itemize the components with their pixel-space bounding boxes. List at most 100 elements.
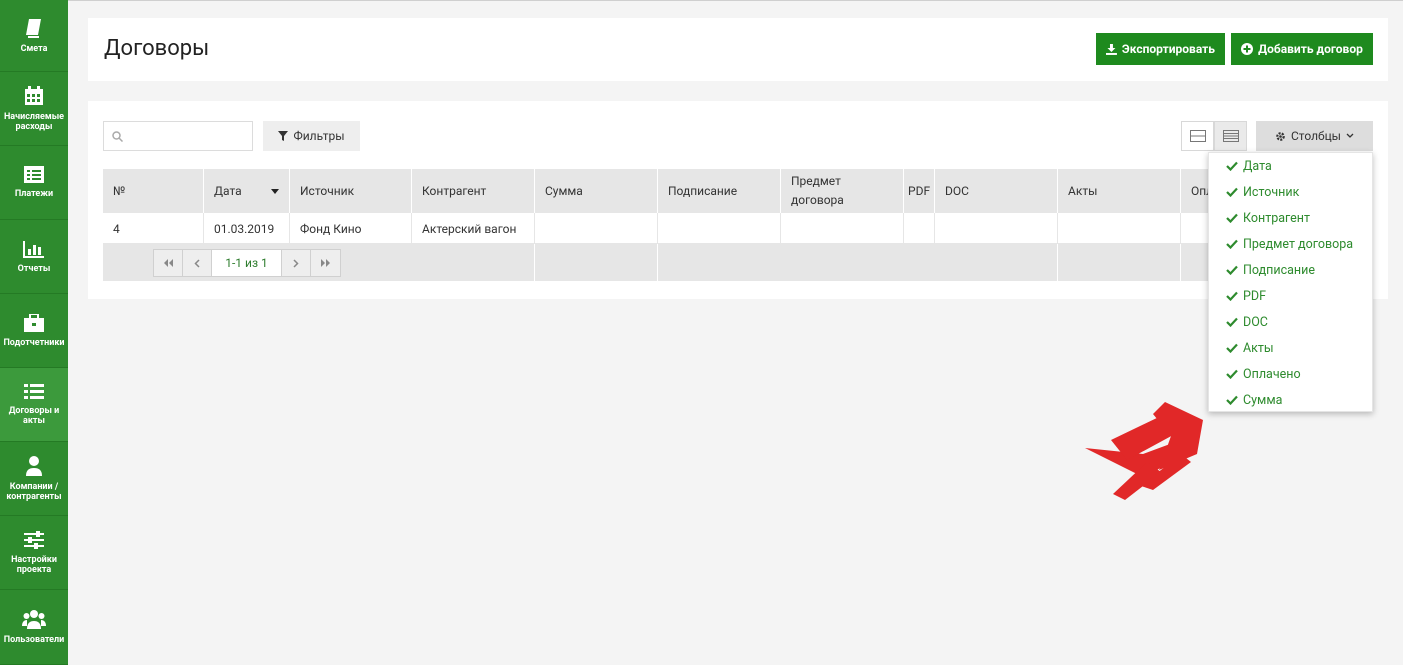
check-icon	[1226, 187, 1238, 197]
check-icon	[1226, 369, 1238, 379]
chevron-right-icon	[293, 258, 299, 268]
columns-menu-item-label: Сумма	[1243, 392, 1283, 408]
bar-chart-icon	[23, 240, 44, 258]
cell-counterparty: Актерский вагон	[412, 213, 535, 244]
columns-menu-item-doc[interactable]: DOC	[1209, 309, 1372, 335]
list-alt-icon	[24, 166, 44, 183]
columns-menu-item-label: Акты	[1243, 340, 1274, 356]
add-contract-button[interactable]: Добавить договор	[1231, 33, 1373, 65]
check-icon	[1226, 395, 1238, 405]
columns-menu-item-paid[interactable]: Оплачено	[1209, 361, 1372, 387]
cell-amount	[535, 213, 658, 244]
double-chevron-left-icon	[164, 259, 173, 267]
sidebar-item-accrued-expenses[interactable]: Начисляемые расходы	[0, 72, 68, 146]
sidebar-item-accountable-persons[interactable]: Подотчетники	[0, 294, 68, 368]
sidebar-item-label: Договоры и акты	[8, 405, 60, 426]
column-header-date[interactable]: Дата	[204, 169, 290, 213]
sidebar-item-estimate[interactable]: Смета	[0, 0, 68, 72]
column-header-counterparty[interactable]: Контрагент	[412, 169, 535, 213]
columns-menu-item-label: Предмет договора	[1243, 236, 1354, 252]
columns-button-label: Столбцы	[1291, 129, 1341, 143]
first-page-button[interactable]	[154, 250, 183, 276]
rows-icon	[1189, 130, 1206, 142]
check-icon	[1226, 265, 1238, 275]
sidebar-item-label: Пользователи	[3, 635, 65, 645]
search-icon	[112, 131, 123, 142]
column-header-number[interactable]: №	[103, 169, 204, 213]
footer-cell	[1058, 244, 1181, 281]
export-button[interactable]: Экспортировать	[1096, 33, 1225, 65]
column-header-doc[interactable]: DOC	[935, 169, 1058, 213]
check-icon	[1226, 239, 1238, 249]
columns-menu-item-label: Подписание	[1243, 262, 1315, 278]
column-header-subject[interactable]: Предмет договора	[781, 169, 904, 213]
page-info: 1-1 из 1	[212, 250, 282, 276]
chevron-left-icon	[194, 258, 200, 268]
sidebar-item-label: Компании / контрагенты	[6, 481, 62, 502]
users-icon	[22, 610, 46, 629]
columns-menu-item-source[interactable]: Источник	[1209, 179, 1372, 205]
pointer-arrow-icon	[1085, 402, 1203, 500]
last-page-button[interactable]	[311, 250, 340, 276]
view-dense-button[interactable]	[1214, 121, 1247, 151]
briefcase-icon	[24, 313, 44, 332]
sidebar-item-label: Смета	[20, 43, 48, 54]
pagination: 1-1 из 1	[153, 249, 341, 277]
column-header-pdf[interactable]: PDF	[904, 169, 935, 213]
columns-menu-item-date[interactable]: Дата	[1209, 153, 1372, 179]
column-header-amount[interactable]: Сумма	[535, 169, 658, 213]
columns-dropdown: Дата Источник Контрагент Предмет договор…	[1208, 152, 1373, 412]
column-header-signing[interactable]: Подписание	[658, 169, 781, 213]
check-icon	[1226, 291, 1238, 301]
columns-menu-item-amount[interactable]: Сумма	[1209, 387, 1372, 413]
columns-menu-item-subject[interactable]: Предмет договора	[1209, 231, 1372, 257]
columns-menu-item-pdf[interactable]: PDF	[1209, 283, 1372, 309]
table-header: № Дата Источник Контрагент Сумма Подписа…	[103, 169, 1373, 213]
column-header-label: Дата	[214, 184, 242, 198]
table-row[interactable]: 4 01.03.2019 Фонд Кино Актерский вагон	[103, 213, 1373, 244]
cell-signing	[658, 213, 781, 244]
filters-button-label: Фильтры	[293, 129, 345, 143]
sidebar-item-users[interactable]: Пользователи	[0, 590, 68, 665]
sidebar-item-companies[interactable]: Компании / контрагенты	[0, 442, 68, 516]
view-compact-button[interactable]	[1181, 121, 1214, 151]
cell-date: 01.03.2019	[204, 213, 290, 244]
check-icon	[1226, 161, 1238, 171]
check-icon	[1226, 317, 1238, 327]
sidebar-item-reports[interactable]: Отчеты	[0, 220, 68, 294]
cell-pdf	[904, 213, 935, 244]
calendar-icon	[25, 85, 43, 105]
columns-menu-item-acts[interactable]: Акты	[1209, 335, 1372, 361]
search-box[interactable]	[103, 121, 253, 151]
cell-number: 4	[103, 213, 204, 244]
page-title: Договоры	[104, 36, 210, 61]
next-page-button[interactable]	[282, 250, 311, 276]
filter-icon	[278, 131, 289, 141]
sidebar-item-project-settings[interactable]: Настройки проекта	[0, 516, 68, 590]
columns-button[interactable]: Столбцы	[1256, 121, 1373, 151]
check-icon	[1226, 343, 1238, 353]
columns-menu-item-signing[interactable]: Подписание	[1209, 257, 1372, 283]
column-header-source[interactable]: Источник	[290, 169, 412, 213]
column-header-acts[interactable]: Акты	[1058, 169, 1181, 213]
sidebar-item-label: Подотчетники	[3, 337, 65, 348]
dense-rows-icon	[1222, 130, 1239, 142]
prev-page-button[interactable]	[183, 250, 212, 276]
sidebar-item-label: Настройки проекта	[11, 554, 57, 575]
chevron-down-icon	[1346, 133, 1354, 138]
page-header: Договоры Экспортировать Добавить договор	[88, 18, 1388, 81]
double-chevron-right-icon	[320, 259, 330, 267]
columns-menu-item-label: Дата	[1243, 158, 1272, 174]
sidebar-item-payments[interactable]: Платежи	[0, 146, 68, 220]
search-input[interactable]	[128, 126, 250, 148]
sidebar-item-label: Отчеты	[17, 263, 51, 274]
download-icon	[1106, 43, 1117, 55]
cell-doc	[935, 213, 1058, 244]
contracts-table: № Дата Источник Контрагент Сумма Подписа…	[103, 169, 1373, 281]
sidebar-item-contracts[interactable]: Договоры и акты	[0, 368, 68, 442]
user-icon	[26, 455, 42, 476]
list-icon	[24, 383, 44, 399]
columns-menu-item-counterparty[interactable]: Контрагент	[1209, 205, 1372, 231]
filters-button[interactable]: Фильтры	[263, 121, 360, 151]
export-button-label: Экспортировать	[1121, 42, 1215, 56]
